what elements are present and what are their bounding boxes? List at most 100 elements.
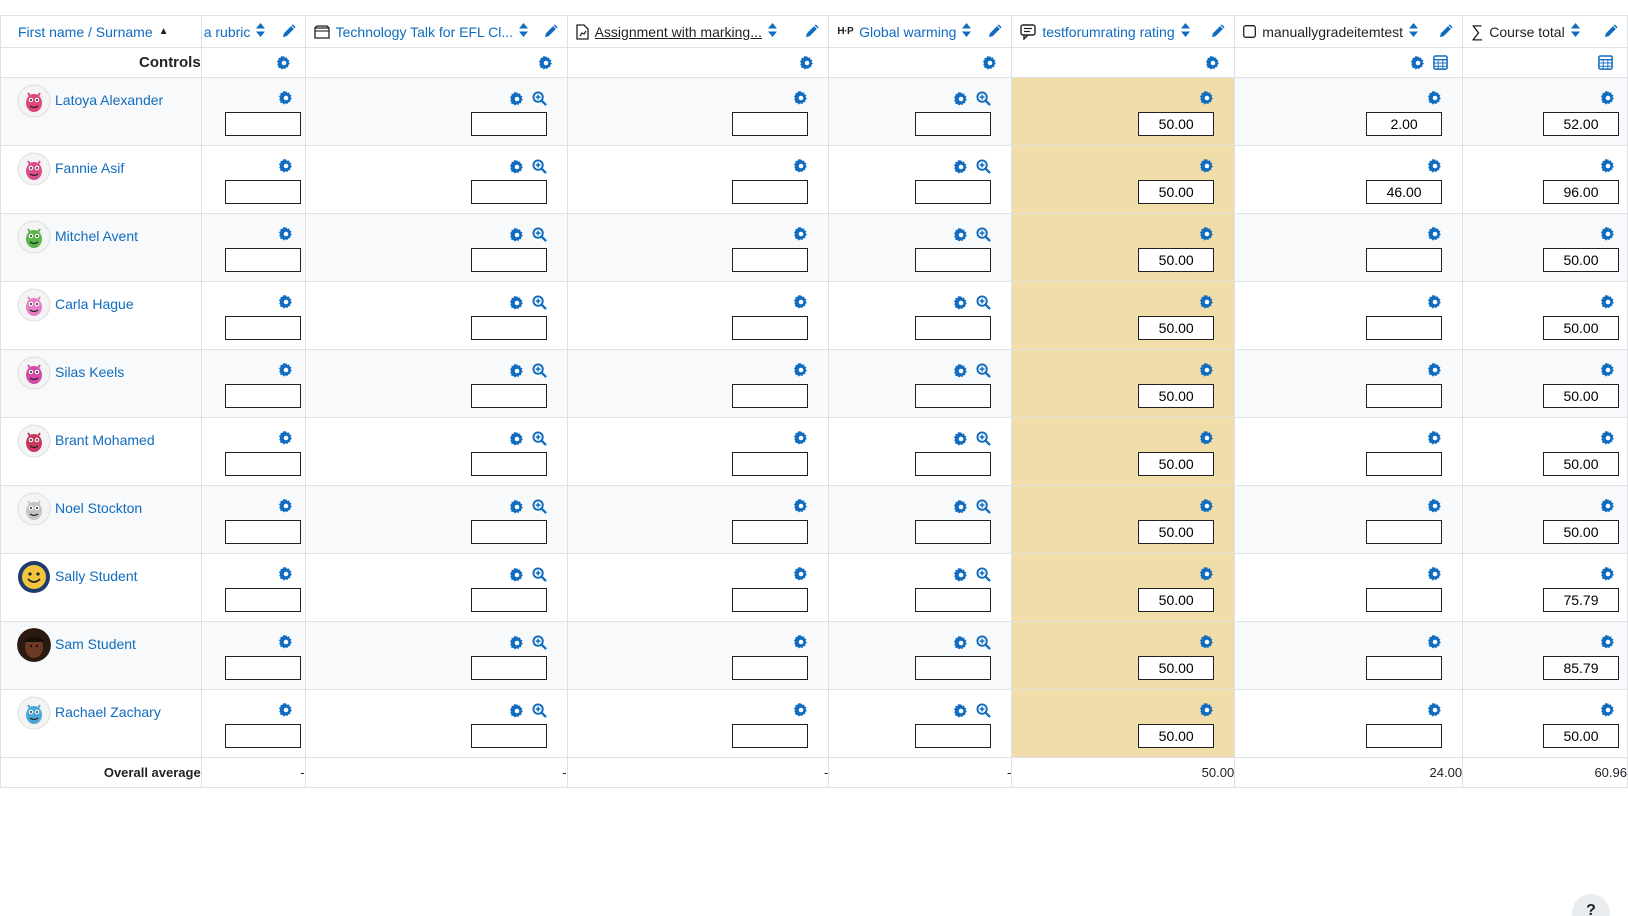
gear-icon[interactable] <box>954 363 968 378</box>
avatar[interactable] <box>17 628 51 662</box>
gear-icon[interactable] <box>1411 55 1425 70</box>
grade-input[interactable] <box>224 112 301 136</box>
gear-icon[interactable] <box>1428 295 1442 309</box>
gear-icon[interactable] <box>954 295 968 310</box>
zoom-icon[interactable] <box>532 227 547 242</box>
gear-icon[interactable] <box>954 227 968 242</box>
gear-icon[interactable] <box>794 703 808 717</box>
grade-input[interactable] <box>470 384 547 408</box>
grade-input[interactable] <box>1138 588 1215 612</box>
gear-icon[interactable] <box>538 55 553 70</box>
gear-icon[interactable] <box>278 703 293 717</box>
zoom-icon[interactable] <box>532 159 547 174</box>
avatar[interactable] <box>17 220 51 254</box>
grade-input[interactable] <box>1543 180 1619 204</box>
gear-icon[interactable] <box>1428 635 1442 649</box>
zoom-icon[interactable] <box>532 567 547 582</box>
gear-icon[interactable] <box>1428 431 1442 445</box>
grade-input[interactable] <box>1543 384 1619 408</box>
grade-input[interactable] <box>1138 724 1215 748</box>
zoom-icon[interactable] <box>532 431 547 446</box>
edit-icon[interactable] <box>544 23 559 41</box>
avatar[interactable] <box>17 152 51 186</box>
gear-icon[interactable] <box>794 295 808 309</box>
grade-input[interactable] <box>1366 112 1443 136</box>
grade-input[interactable] <box>1366 316 1443 340</box>
zoom-icon[interactable] <box>532 499 547 514</box>
gear-icon[interactable] <box>278 159 293 173</box>
zoom-icon[interactable] <box>976 431 992 446</box>
grade-input[interactable] <box>915 384 992 408</box>
grade-input[interactable] <box>1366 180 1443 204</box>
grade-input[interactable] <box>1138 520 1215 544</box>
zoom-icon[interactable] <box>532 295 547 310</box>
grade-input[interactable] <box>1543 588 1619 612</box>
student-name-link[interactable]: Noel Stockton <box>55 500 142 516</box>
gear-icon[interactable] <box>954 159 968 174</box>
gear-icon[interactable] <box>1200 227 1214 241</box>
edit-icon[interactable] <box>805 23 820 41</box>
gear-icon[interactable] <box>983 55 997 70</box>
gear-icon[interactable] <box>1428 363 1442 377</box>
gear-icon[interactable] <box>278 227 293 241</box>
grade-input[interactable] <box>732 316 809 340</box>
avatar[interactable] <box>17 288 51 322</box>
gear-icon[interactable] <box>509 499 524 514</box>
grade-input[interactable] <box>732 724 809 748</box>
grade-input[interactable] <box>915 316 992 340</box>
zoom-icon[interactable] <box>976 227 992 242</box>
grade-input[interactable] <box>1138 316 1215 340</box>
column-header-label[interactable]: testforumrating rating <box>1042 24 1174 40</box>
gear-icon[interactable] <box>954 635 968 650</box>
student-name-link[interactable]: Silas Keels <box>55 364 124 380</box>
grade-input[interactable] <box>1138 112 1215 136</box>
column-header-label[interactable]: Global warming <box>859 24 956 40</box>
calculator-icon[interactable] <box>1433 55 1448 70</box>
grade-input[interactable] <box>915 112 992 136</box>
gear-icon[interactable] <box>278 91 293 105</box>
grade-input[interactable] <box>732 588 809 612</box>
gear-icon[interactable] <box>509 91 524 106</box>
column-header[interactable]: ∑ Course total <box>1462 15 1628 48</box>
gear-icon[interactable] <box>1601 635 1615 649</box>
zoom-icon[interactable] <box>976 91 992 106</box>
grade-input[interactable] <box>1366 724 1443 748</box>
grade-input[interactable] <box>1138 248 1215 272</box>
gear-icon[interactable] <box>1601 159 1615 173</box>
gear-icon[interactable] <box>794 227 808 241</box>
column-header[interactable]: manuallygradeitemtest <box>1234 15 1464 48</box>
gear-icon[interactable] <box>1601 499 1615 513</box>
grade-input[interactable] <box>1138 180 1215 204</box>
gear-icon[interactable] <box>509 635 524 650</box>
gear-icon[interactable] <box>1428 499 1442 513</box>
gear-icon[interactable] <box>1428 703 1442 717</box>
grade-input[interactable] <box>1366 248 1443 272</box>
gear-icon[interactable] <box>794 567 808 581</box>
avatar[interactable] <box>17 560 51 594</box>
calculator-icon[interactable] <box>1598 55 1613 70</box>
edit-icon[interactable] <box>988 23 1003 41</box>
grade-input[interactable] <box>1543 656 1619 680</box>
gear-icon[interactable] <box>1200 499 1214 513</box>
help-button[interactable]: ? <box>1572 894 1610 916</box>
sort-icon[interactable] <box>1409 23 1419 40</box>
gear-icon[interactable] <box>278 431 293 445</box>
student-name-link[interactable]: Mitchel Avent <box>55 228 138 244</box>
gear-icon[interactable] <box>509 295 524 310</box>
gear-icon[interactable] <box>1206 55 1220 70</box>
zoom-icon[interactable] <box>976 499 992 514</box>
zoom-icon[interactable] <box>976 567 992 582</box>
gear-icon[interactable] <box>1428 227 1442 241</box>
grade-input[interactable] <box>915 724 992 748</box>
grade-input[interactable] <box>732 656 809 680</box>
column-header[interactable]: H·P Global warming <box>828 15 1013 48</box>
gear-icon[interactable] <box>1601 227 1615 241</box>
grade-input[interactable] <box>1138 384 1215 408</box>
gear-icon[interactable] <box>1601 703 1615 717</box>
gear-icon[interactable] <box>509 431 524 446</box>
zoom-icon[interactable] <box>976 159 992 174</box>
gear-icon[interactable] <box>1601 91 1615 105</box>
zoom-icon[interactable] <box>976 703 992 718</box>
gear-icon[interactable] <box>1200 295 1214 309</box>
gear-icon[interactable] <box>1200 91 1214 105</box>
